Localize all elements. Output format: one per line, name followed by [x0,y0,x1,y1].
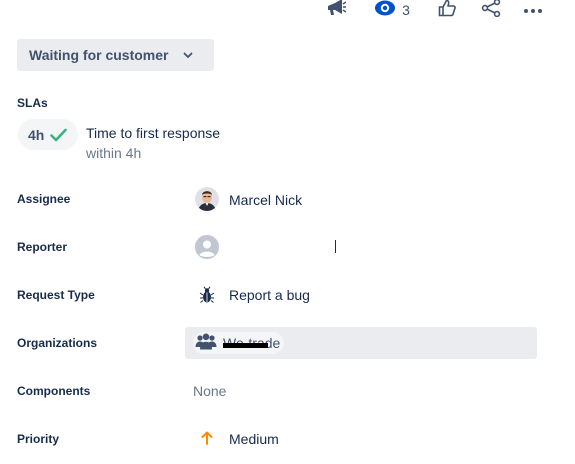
organization-chip[interactable]: We-trade [193,332,285,355]
share-button[interactable] [480,0,502,20]
eye-icon [374,0,396,21]
megaphone-icon [326,0,347,22]
like-button[interactable] [436,0,458,20]
components-label: Components [17,384,91,398]
watch-count: 3 [402,2,410,18]
bug-icon [199,286,215,304]
sla-badge: 4h [18,119,78,150]
priority-value[interactable]: Medium [229,431,279,447]
more-actions-button[interactable] [522,0,544,20]
arrow-up-icon [201,431,213,445]
organization-name: We-trade [223,335,280,351]
check-icon [50,128,68,142]
request-type-label: Request Type [17,288,95,302]
avatar-placeholder-icon[interactable] [195,235,219,259]
thumbs-up-icon [438,0,456,22]
sla-time: 4h [28,126,45,143]
assignee-value[interactable]: Marcel Nick [229,192,302,208]
components-value[interactable]: None [193,383,226,399]
text-cursor [335,240,336,253]
status-dropdown-button[interactable]: Waiting for customer [17,39,214,71]
reporter-label: Reporter [17,240,68,254]
priority-label: Priority [17,432,60,446]
feedback-button[interactable] [324,0,348,20]
sla-heading: SLAs [17,96,48,110]
status-label: Waiting for customer [29,47,169,63]
share-icon [481,0,501,22]
people-group-icon [195,332,217,355]
organizations-label: Organizations [17,336,98,350]
sla-subtitle: within 4h [86,145,142,161]
watch-button[interactable]: 3 [370,0,414,20]
assignee-avatar[interactable] [195,187,219,211]
assignee-label: Assignee [17,192,71,206]
chevron-down-icon [183,52,193,59]
redaction-bar [223,343,268,348]
more-horizontal-icon [523,1,543,19]
sla-title: Time to first response [86,125,221,141]
request-type-value[interactable]: Report a bug [229,287,310,303]
